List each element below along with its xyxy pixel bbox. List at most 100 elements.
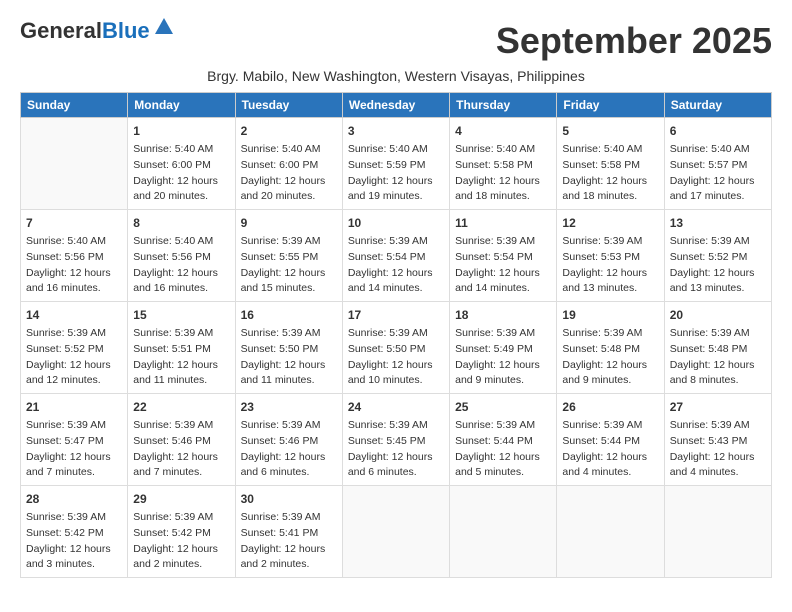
day-number: 1 xyxy=(133,122,229,140)
calendar-cell: 13 Sunrise: 5:39 AMSunset: 5:52 PMDayligh… xyxy=(664,210,771,302)
sunset-text: Sunset: 5:56 PM xyxy=(26,250,122,266)
subtitle: Brgy. Mabilo, New Washington, Western Vi… xyxy=(20,68,772,84)
calendar-cell: 12Sunrise: 5:39 AMSunset: 5:53 PMDayligh… xyxy=(557,210,664,302)
calendar-cell: 15Sunrise: 5:39 AMSunset: 5:51 PMDayligh… xyxy=(128,302,235,394)
calendar-cell: 27Sunrise: 5:39 AMSunset: 5:43 PMDayligh… xyxy=(664,394,771,486)
sunset-text: Sunset: 5:52 PM xyxy=(26,342,122,358)
day-number: 13 xyxy=(670,214,766,232)
week-row-3: 21Sunrise: 5:39 AMSunset: 5:47 PMDayligh… xyxy=(21,394,772,486)
sunrise-text: Sunrise: 5:39 AM xyxy=(562,234,658,250)
sunrise-text: Sunrise: 5:39 AM xyxy=(241,418,337,434)
sunset-text: Sunset: 5:45 PM xyxy=(348,434,444,450)
sunrise-text: Sunrise: 5:39 AM xyxy=(241,510,337,526)
day-number: 19 xyxy=(562,306,658,324)
logo-icon xyxy=(153,16,175,38)
daylight-text: Daylight: 12 hours and 16 minutes. xyxy=(133,266,229,298)
sunset-text: Sunset: 6:00 PM xyxy=(133,158,229,174)
day-number: 7 xyxy=(26,214,122,232)
day-number: 15 xyxy=(133,306,229,324)
daylight-text: Daylight: 12 hours and 5 minutes. xyxy=(455,450,551,482)
sunrise-text: Sunrise: 5:39 AM xyxy=(241,326,337,342)
sunset-text: Sunset: 5:49 PM xyxy=(455,342,551,358)
calendar-cell xyxy=(450,486,557,578)
sunset-text: Sunset: 5:50 PM xyxy=(241,342,337,358)
calendar-cell xyxy=(557,486,664,578)
day-number: 18 xyxy=(455,306,551,324)
sunset-text: Sunset: 5:58 PM xyxy=(455,158,551,174)
week-row-1: 7 Sunrise: 5:40 AMSunset: 5:56 PM Daylight… xyxy=(21,210,772,302)
sunrise-text: Sunrise: 5:39 AM xyxy=(455,234,551,250)
daylight-text: Daylight: 12 hours and 8 minutes. xyxy=(670,358,766,390)
daylight-text: Daylight: 12 hours and 6 minutes. xyxy=(241,450,337,482)
header-row: SundayMondayTuesdayWednesdayThursdayFrid… xyxy=(21,93,772,118)
daylight-text: Daylight: 12 hours and 6 minutes. xyxy=(348,450,444,482)
day-number: 30 xyxy=(241,490,337,508)
calendar-cell: 14 Sunrise: 5:39 AMSunset: 5:52 PMDayligh… xyxy=(21,302,128,394)
day-number: 11 xyxy=(455,214,551,232)
calendar-cell: 2Sunrise: 5:40 AMSunset: 6:00 PMDaylight… xyxy=(235,118,342,210)
calendar-cell xyxy=(342,486,449,578)
sunrise-text: Sunrise: 5:39 AM xyxy=(348,326,444,342)
sunset-text: Sunset: 5:47 PM xyxy=(26,434,122,450)
sunrise-text: Sunrise: 5:39 AM xyxy=(26,326,122,342)
header-cell-sunday: Sunday xyxy=(21,93,128,118)
sunrise-text: Sunrise: 5:39 AM xyxy=(670,326,766,342)
sunrise-text: Sunrise: 5:39 AM xyxy=(670,418,766,434)
sunset-text: Sunset: 5:43 PM xyxy=(670,434,766,450)
logo: GeneralBlue xyxy=(20,20,175,42)
daylight-text: Daylight: 12 hours and 3 minutes. xyxy=(26,542,122,574)
calendar-cell: 18Sunrise: 5:39 AMSunset: 5:49 PMDayligh… xyxy=(450,302,557,394)
daylight-text: Daylight: 12 hours and 20 minutes. xyxy=(241,174,337,206)
day-number: 9 xyxy=(241,214,337,232)
sunset-text: Sunset: 5:42 PM xyxy=(26,526,122,542)
day-number: 3 xyxy=(348,122,444,140)
day-number: 27 xyxy=(670,398,766,416)
day-number: 14 xyxy=(26,306,122,324)
calendar-cell: 1Sunrise: 5:40 AMSunset: 6:00 PMDaylight… xyxy=(128,118,235,210)
sunrise-text: Sunrise: 5:39 AM xyxy=(562,418,658,434)
day-number: 16 xyxy=(241,306,337,324)
sunset-text: Sunset: 5:55 PM xyxy=(241,250,337,266)
calendar-cell: 3Sunrise: 5:40 AMSunset: 5:59 PMDaylight… xyxy=(342,118,449,210)
sunrise-text: Sunrise: 5:40 AM xyxy=(26,234,122,250)
daylight-text: Daylight: 12 hours and 7 minutes. xyxy=(26,450,122,482)
sunrise-text: Sunrise: 5:40 AM xyxy=(562,142,658,158)
day-number: 24 xyxy=(348,398,444,416)
header-cell-saturday: Saturday xyxy=(664,93,771,118)
calendar-cell: 29Sunrise: 5:39 AMSunset: 5:42 PMDayligh… xyxy=(128,486,235,578)
sunset-text: Sunset: 5:52 PM xyxy=(670,250,766,266)
sunset-text: Sunset: 5:46 PM xyxy=(241,434,337,450)
daylight-text: Daylight: 12 hours and 14 minutes. xyxy=(455,266,551,298)
daylight-text: Daylight: 12 hours and 2 minutes. xyxy=(241,542,337,574)
calendar-table: SundayMondayTuesdayWednesdayThursdayFrid… xyxy=(20,92,772,578)
daylight-text: Daylight: 12 hours and 9 minutes. xyxy=(455,358,551,390)
day-number: 6 xyxy=(670,122,766,140)
calendar-cell: 20Sunrise: 5:39 AMSunset: 5:48 PMDayligh… xyxy=(664,302,771,394)
daylight-text: Daylight: 12 hours and 13 minutes. xyxy=(670,266,766,298)
sunrise-text: Sunrise: 5:39 AM xyxy=(133,418,229,434)
calendar-cell: 21Sunrise: 5:39 AMSunset: 5:47 PMDayligh… xyxy=(21,394,128,486)
calendar-cell: 24Sunrise: 5:39 AMSunset: 5:45 PMDayligh… xyxy=(342,394,449,486)
sunrise-text: Sunrise: 5:39 AM xyxy=(670,234,766,250)
calendar-cell: 19Sunrise: 5:39 AMSunset: 5:48 PMDayligh… xyxy=(557,302,664,394)
day-number: 17 xyxy=(348,306,444,324)
day-number: 23 xyxy=(241,398,337,416)
calendar-cell xyxy=(664,486,771,578)
week-row-0: 1 Sunrise: 5:40 AM Sunset: 6:00 PM Daylight… xyxy=(21,118,772,210)
calendar-cell: 6Sunrise: 5:40 AMSunset: 5:57 PMDaylight… xyxy=(664,118,771,210)
daylight-text: Daylight: 12 hours and 11 minutes. xyxy=(241,358,337,390)
day-number: 22 xyxy=(133,398,229,416)
daylight-text: Daylight: 12 hours and 11 minutes. xyxy=(133,358,229,390)
daylight-text: Daylight: 12 hours and 14 minutes. xyxy=(348,266,444,298)
sunset-text: Sunset: 5:54 PM xyxy=(348,250,444,266)
daylight-text: Daylight: 12 hours and 19 minutes. xyxy=(348,174,444,206)
sunset-text: Sunset: 5:44 PM xyxy=(562,434,658,450)
daylight-text: Daylight: 12 hours and 18 minutes. xyxy=(562,174,658,206)
sunset-text: Sunset: 5:42 PM xyxy=(133,526,229,542)
day-number: 20 xyxy=(670,306,766,324)
sunset-text: Sunset: 5:59 PM xyxy=(348,158,444,174)
calendar-cell: 10Sunrise: 5:39 AMSunset: 5:54 PMDayligh… xyxy=(342,210,449,302)
daylight-text: Daylight: 12 hours and 12 minutes. xyxy=(26,358,122,390)
header-cell-monday: Monday xyxy=(128,93,235,118)
calendar-cell xyxy=(21,118,128,210)
